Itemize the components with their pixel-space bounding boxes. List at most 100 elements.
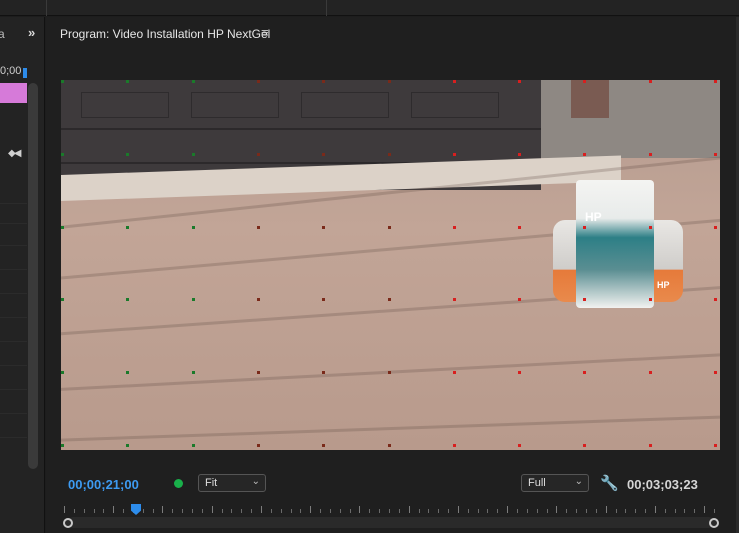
track-divider [0, 413, 27, 414]
ruler-tick [547, 509, 548, 513]
scrollbar-right-handle[interactable] [709, 518, 719, 528]
panel-title[interactable]: Program: Video Installation HP NextGel [60, 27, 270, 41]
track-divider [0, 223, 27, 224]
panel-divider [326, 0, 327, 16]
safe-margin-grid-dot [714, 80, 717, 83]
hamburger-menu-icon[interactable]: ≡ [261, 25, 269, 40]
ruler-tick [241, 509, 242, 513]
safe-margin-grid-dot [518, 226, 521, 229]
safe-margin-grid-dot [649, 371, 652, 374]
ruler-tick [616, 509, 617, 513]
ruler-tick [606, 506, 607, 513]
track-divider [0, 203, 27, 204]
track-divider [0, 317, 27, 318]
wrench-icon[interactable]: 🔧 [600, 474, 619, 492]
ruler-tick [428, 509, 429, 513]
safe-margin-grid-dot [61, 80, 64, 83]
zoom-level-select[interactable]: Fit ⌄ [198, 474, 266, 492]
timeline-clip[interactable] [0, 83, 27, 103]
ruler-tick [172, 509, 173, 513]
keyframe-nav-icon[interactable]: ◆◀ [8, 148, 21, 159]
safe-margin-grid-dot [453, 226, 456, 229]
left-panel-tab[interactable]: a [0, 27, 5, 41]
safe-margin-grid-dot [126, 371, 129, 374]
safe-margin-grid-dot [649, 298, 652, 301]
safe-margin-grid-dot [714, 444, 717, 447]
ruler-tick [261, 506, 262, 513]
ruler-tick [291, 509, 292, 513]
door-panel [301, 92, 389, 118]
ruler-tick [655, 506, 656, 513]
ruler-tick [103, 509, 104, 513]
door-panel [81, 92, 169, 118]
time-ruler[interactable] [64, 505, 716, 515]
left-playhead-marker[interactable] [23, 68, 27, 78]
ruler-tick [704, 506, 705, 513]
safe-margin-grid-dot [388, 153, 391, 156]
safe-margin-grid-dot [322, 371, 325, 374]
ruler-tick [320, 509, 321, 513]
ruler-tick [399, 509, 400, 513]
ruler-tick [576, 509, 577, 513]
door-panel [191, 92, 279, 118]
safe-margin-grid-dot [388, 226, 391, 229]
zoom-scrollbar[interactable] [68, 517, 714, 528]
current-timecode[interactable]: 00;00;21;00 [68, 477, 139, 492]
ruler-tick [684, 509, 685, 513]
ruler-tick [350, 509, 351, 513]
safe-margin-grid-dot [583, 226, 586, 229]
safe-margin-grid-dot [126, 153, 129, 156]
ruler-tick [507, 506, 508, 513]
ruler-tick [497, 509, 498, 513]
double-chevron-right-icon[interactable]: » [28, 25, 35, 40]
safe-margin-grid-dot [322, 226, 325, 229]
ruler-tick [517, 509, 518, 513]
track-divider [0, 437, 27, 438]
safe-margin-grid-dot [649, 444, 652, 447]
product-bag [576, 180, 654, 308]
ruler-tick [635, 509, 636, 513]
safe-margin-grid-dot [518, 298, 521, 301]
ruler-tick [340, 509, 341, 513]
top-panel-strip [0, 0, 739, 16]
ruler-tick [222, 509, 223, 513]
panel-divider [46, 0, 47, 16]
ruler-tick [478, 509, 479, 513]
video-frame[interactable]: HP HP [61, 80, 720, 450]
panel-header: Program: Video Installation HP NextGel ≡ [46, 17, 739, 49]
safe-margin-grid-dot [518, 80, 521, 83]
ruler-tick [665, 509, 666, 513]
ruler-tick [369, 509, 370, 513]
scrollbar-left-handle[interactable] [63, 518, 73, 528]
paver-joint [61, 408, 720, 443]
house-wall [541, 80, 720, 158]
safe-margin-grid-dot [61, 153, 64, 156]
safe-margin-grid-dot [192, 371, 195, 374]
ruler-tick [123, 509, 124, 513]
bag-brand-text: HP [585, 210, 602, 224]
ruler-tick [359, 506, 360, 513]
safe-margin-grid-dot [714, 298, 717, 301]
safe-margin-grid-dot [583, 371, 586, 374]
ruler-tick [527, 509, 528, 513]
safe-margin-grid-dot [453, 444, 456, 447]
ruler-tick [212, 506, 213, 513]
safe-margin-grid-dot [192, 226, 195, 229]
ruler-tick [202, 509, 203, 513]
safe-margin-grid-dot [388, 444, 391, 447]
safe-margin-grid-dot [583, 444, 586, 447]
left-scrollbar[interactable] [28, 83, 38, 469]
ruler-tick [182, 509, 183, 513]
playback-resolution-select[interactable]: Full ⌄ [521, 474, 589, 492]
ruler-tick [162, 506, 163, 513]
ruler-tick [64, 506, 65, 513]
ruler-tick [438, 509, 439, 513]
ruler-tick [448, 509, 449, 513]
safe-margin-grid-dot [649, 153, 652, 156]
safe-margin-grid-dot [714, 371, 717, 374]
ruler-tick [419, 509, 420, 513]
track-divider [0, 269, 27, 270]
safe-margin-grid-dot [583, 298, 586, 301]
track-divider [0, 389, 27, 390]
ruler-tick [487, 509, 488, 513]
